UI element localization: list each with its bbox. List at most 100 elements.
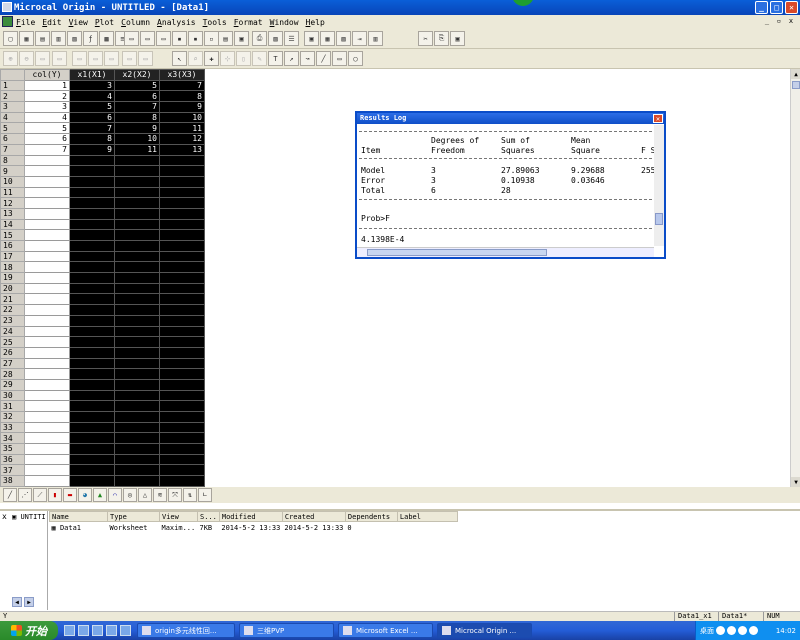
cell-x3[interactable]: 13 bbox=[159, 143, 205, 156]
menu-tools[interactable]: Tools bbox=[203, 18, 227, 27]
row-header[interactable]: 17 bbox=[0, 250, 25, 263]
header-label[interactable]: Label bbox=[396, 511, 458, 522]
cell-x1[interactable]: 4 bbox=[69, 90, 115, 103]
row-header[interactable]: 3 bbox=[0, 101, 25, 113]
cell-x3[interactable] bbox=[159, 432, 205, 445]
cell-x3[interactable] bbox=[159, 464, 205, 477]
cell-x3[interactable] bbox=[159, 453, 205, 466]
row-header[interactable]: 12 bbox=[0, 197, 25, 209]
cell-x1[interactable] bbox=[69, 336, 115, 348]
results-log-text[interactable]: Degrees of Sum of Mean Item Freedom Squa… bbox=[357, 125, 654, 246]
cell-x1[interactable] bbox=[69, 240, 115, 252]
cell-col-y[interactable]: 6 bbox=[24, 133, 70, 145]
scroll-thumb[interactable] bbox=[655, 213, 663, 225]
tray-input-icon[interactable] bbox=[749, 626, 758, 635]
row-header[interactable]: 33 bbox=[0, 421, 25, 434]
cell-x1[interactable] bbox=[69, 250, 115, 263]
new-matrix-icon[interactable]: ▥ bbox=[51, 31, 66, 46]
cell-x1[interactable] bbox=[69, 197, 115, 209]
cell-x2[interactable] bbox=[114, 207, 160, 220]
menu-view[interactable]: View bbox=[69, 18, 88, 27]
header-size[interactable]: S... bbox=[197, 511, 220, 522]
row-header[interactable]: 30 bbox=[0, 389, 25, 402]
new-graph-icon[interactable]: ▤ bbox=[35, 31, 50, 46]
cell-col-y[interactable] bbox=[24, 453, 70, 466]
menu-help[interactable]: Help bbox=[306, 18, 325, 27]
cell-col-y[interactable]: 4 bbox=[24, 111, 70, 124]
cell-x3[interactable] bbox=[159, 293, 205, 306]
zoom-in-icon[interactable]: ⊕ bbox=[3, 51, 18, 66]
contour-plot-icon[interactable]: ⌒ bbox=[108, 488, 122, 502]
paste-icon[interactable]: ▣ bbox=[450, 31, 465, 46]
row-header[interactable]: 18 bbox=[0, 261, 25, 274]
row-header[interactable]: 13 bbox=[0, 207, 25, 220]
cell-x2[interactable] bbox=[114, 400, 160, 412]
command-window-icon[interactable]: ▥ bbox=[368, 31, 383, 46]
cell-x1[interactable] bbox=[69, 378, 115, 391]
file-name[interactable]: ▦ Data1 bbox=[50, 522, 108, 534]
cell-col-y[interactable] bbox=[24, 293, 70, 306]
cut-icon[interactable]: ✂ bbox=[418, 31, 433, 46]
cell-col-y[interactable] bbox=[24, 368, 70, 380]
cell-x2[interactable] bbox=[114, 475, 160, 487]
header-created[interactable]: Created bbox=[281, 511, 346, 522]
save-template-icon[interactable]: ▪ bbox=[188, 31, 203, 46]
text-tool-icon[interactable]: T bbox=[268, 51, 283, 66]
cell-col-y[interactable] bbox=[24, 282, 70, 295]
cell-x1[interactable] bbox=[69, 443, 115, 455]
script-window-icon[interactable]: ▨ bbox=[336, 31, 351, 46]
cell-x3[interactable] bbox=[159, 421, 205, 434]
cell-col-y[interactable]: 5 bbox=[24, 122, 70, 135]
cell-x1[interactable]: 8 bbox=[69, 133, 115, 145]
bar-plot-icon[interactable]: ▬ bbox=[63, 488, 77, 502]
cell-x1[interactable] bbox=[69, 325, 115, 338]
cell-x3[interactable] bbox=[159, 154, 205, 167]
cell-x1[interactable] bbox=[69, 154, 115, 167]
timestamp-icon[interactable]: ▭ bbox=[138, 51, 153, 66]
cell-x2[interactable] bbox=[114, 154, 160, 167]
column-header-x1[interactable]: x1(X1) bbox=[69, 69, 115, 81]
screen-reader-icon[interactable]: ✚ bbox=[204, 51, 219, 66]
cell-x1[interactable] bbox=[69, 207, 115, 220]
new-worksheet-icon[interactable]: ▦ bbox=[19, 31, 34, 46]
cell-x1[interactable] bbox=[69, 346, 115, 359]
cell-x2[interactable] bbox=[114, 421, 160, 434]
cell-x3[interactable] bbox=[159, 261, 205, 274]
cell-x1[interactable] bbox=[69, 464, 115, 477]
cell-x1[interactable] bbox=[69, 218, 115, 231]
cell-x2[interactable]: 6 bbox=[114, 90, 160, 103]
menu-edit[interactable]: Edit bbox=[42, 18, 61, 27]
cell-x2[interactable]: 8 bbox=[114, 111, 160, 124]
copy-icon[interactable]: ⎘ bbox=[434, 31, 449, 46]
row-header[interactable]: 35 bbox=[0, 443, 25, 455]
row-header[interactable]: 23 bbox=[0, 314, 25, 327]
new-function-icon[interactable]: ƒ bbox=[83, 31, 98, 46]
cell-x3[interactable]: 11 bbox=[159, 122, 205, 135]
cell-col-y[interactable] bbox=[24, 304, 70, 316]
cell-x3[interactable]: 10 bbox=[159, 111, 205, 124]
cell-x1[interactable] bbox=[69, 175, 115, 188]
cell-col-y[interactable] bbox=[24, 272, 70, 284]
cell-x2[interactable] bbox=[114, 432, 160, 445]
quick-launch-icon[interactable] bbox=[120, 625, 131, 636]
row-header[interactable]: 25 bbox=[0, 336, 25, 348]
row-header[interactable]: 5 bbox=[0, 122, 25, 135]
document-icon[interactable] bbox=[2, 16, 13, 27]
cell-col-y[interactable]: 3 bbox=[24, 101, 70, 113]
cell-x2[interactable] bbox=[114, 357, 160, 370]
zoom-out-icon[interactable]: ⊖ bbox=[19, 51, 34, 66]
cell-x2[interactable] bbox=[114, 368, 160, 380]
cell-x1[interactable] bbox=[69, 304, 115, 316]
row-header[interactable]: 7 bbox=[0, 143, 25, 156]
cell-x3[interactable] bbox=[159, 218, 205, 231]
refresh-icon[interactable]: ▧ bbox=[268, 31, 283, 46]
open-icon[interactable]: ▭ bbox=[124, 31, 139, 46]
open-excel-icon[interactable]: ▭ bbox=[156, 31, 171, 46]
scroll-right-icon[interactable]: ▶ bbox=[24, 597, 34, 607]
cell-col-y[interactable] bbox=[24, 218, 70, 231]
cell-col-y[interactable]: 7 bbox=[24, 143, 70, 156]
arrange-layers-icon[interactable]: ▭ bbox=[72, 51, 87, 66]
cell-x3[interactable] bbox=[159, 165, 205, 177]
cell-x1[interactable] bbox=[69, 186, 115, 199]
app-icon[interactable] bbox=[2, 2, 12, 12]
